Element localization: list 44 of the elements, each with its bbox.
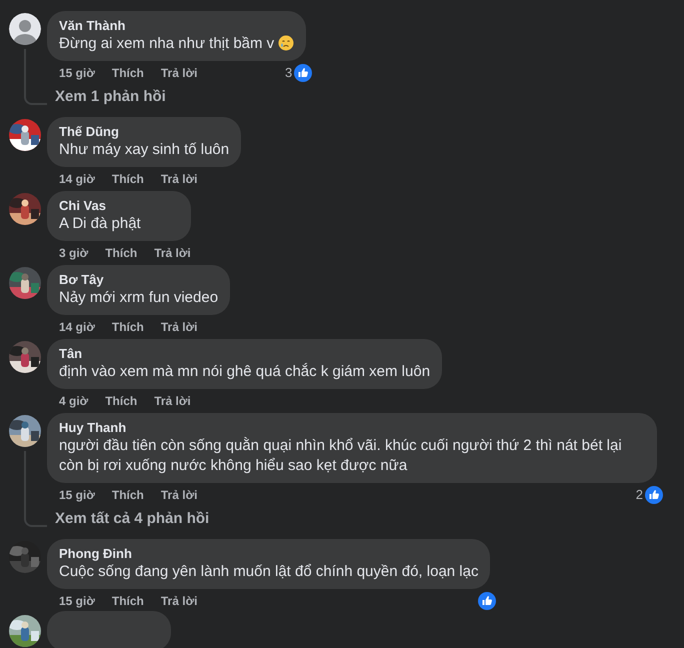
like-link[interactable]: Thích: [105, 246, 138, 260]
timestamp[interactable]: 15 giờ: [59, 594, 95, 608]
author-name[interactable]: Huy Thanh: [59, 420, 645, 436]
reply-link[interactable]: Trả lời: [160, 320, 198, 334]
reaction-count[interactable]: 3: [284, 65, 292, 80]
reaction-count[interactable]: 2: [636, 487, 643, 502]
comment-text: Cuộc sống đang yên lành muốn lật đổ chính quyền đó, loạn lạc: [59, 563, 478, 580]
view-replies-link[interactable]: Xem tất cả 4 phản hồi: [55, 509, 210, 529]
thumbs-up-icon[interactable]: [478, 592, 496, 610]
comment-text: A Di đà phật: [59, 215, 141, 232]
author-name[interactable]: Văn Thành: [59, 18, 294, 34]
like-link[interactable]: Thích: [112, 172, 144, 186]
author-name[interactable]: Chi Vas: [59, 198, 179, 214]
like-link[interactable]: Thích: [112, 320, 144, 334]
like-link[interactable]: Thích: [112, 66, 144, 80]
reply-link[interactable]: Trả lời: [154, 394, 191, 408]
comment-text: Nảy mới xrm fun viedeo: [59, 289, 218, 306]
timestamp[interactable]: 4 giờ: [59, 394, 88, 408]
comment-text: định vào xem mà mn nói ghê quá chắc k giám xem luôn: [59, 363, 430, 380]
timestamp[interactable]: 14 giờ: [59, 172, 95, 186]
like-link[interactable]: Thích: [105, 394, 138, 408]
timestamp[interactable]: 14 giờ: [59, 320, 95, 334]
thumbs-up-icon[interactable]: [294, 64, 312, 82]
reply-link[interactable]: Trả lời: [160, 594, 198, 608]
comment-text: người đầu tiên còn sống quằn quại nhìn khổ vãi. khúc cuối người thứ 2 thì nát bét lại còn bị rơi xuống nước không hiểu sao kẹt được nữa: [59, 437, 622, 474]
like-link[interactable]: Thích: [112, 488, 144, 502]
thread-line: [24, 49, 47, 105]
like-link[interactable]: Thích: [112, 594, 144, 608]
reply-link[interactable]: Trả lời: [160, 488, 198, 502]
author-name[interactable]: Tân: [59, 346, 430, 362]
comment-text: Đừng ai xem nha như thịt bầm v: [59, 35, 294, 52]
timestamp[interactable]: 15 giờ: [59, 66, 95, 80]
timestamp[interactable]: 3 giờ: [59, 246, 88, 260]
reply-link[interactable]: Trả lời: [154, 246, 191, 260]
author-name[interactable]: Thế Dũng: [59, 124, 230, 140]
thumbs-up-icon[interactable]: [645, 486, 663, 504]
reply-link[interactable]: Trả lời: [160, 66, 198, 80]
author-name[interactable]: Phong Đinh: [59, 546, 478, 562]
comment-text: Như máy xay sinh tố luôn: [59, 141, 230, 158]
view-replies-link[interactable]: Xem 1 phản hồi: [55, 87, 166, 107]
default-avatar-icon[interactable]: [9, 13, 41, 45]
reply-link[interactable]: Trả lời: [160, 172, 198, 186]
author-name[interactable]: Bơ Tây: [59, 272, 218, 288]
timestamp[interactable]: 15 giờ: [59, 488, 95, 502]
